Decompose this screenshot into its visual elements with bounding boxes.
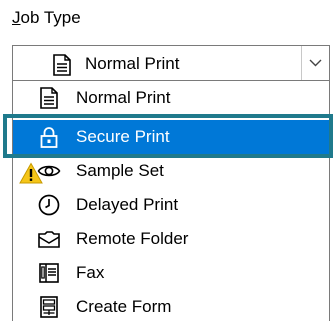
chevron-down-icon: [309, 59, 322, 67]
option-normal-print[interactable]: Normal Print: [13, 81, 329, 115]
option-create-form[interactable]: Create Form: [13, 290, 329, 321]
option-delayed-print[interactable]: Delayed Print: [13, 188, 329, 222]
document-icon: [37, 86, 61, 110]
warning-icon: [19, 162, 43, 184]
option-sample-set[interactable]: Sample Set: [13, 154, 329, 188]
option-label: Normal Print: [76, 88, 171, 107]
option-label: Remote Folder: [76, 229, 189, 248]
job-type-label-rest: ob Type: [20, 8, 81, 27]
annotation-highlight-frame: [3, 114, 333, 158]
option-label: Create Form: [76, 297, 172, 316]
option-label: Fax: [76, 263, 105, 282]
option-remote-folder[interactable]: Remote Folder: [13, 222, 329, 256]
option-fax[interactable]: Fax: [13, 256, 329, 290]
option-label: Sample Set: [76, 161, 164, 180]
clock-icon: [37, 193, 61, 217]
job-type-panel: Job Type Normal Print Normal Print Secur…: [0, 0, 336, 321]
option-label: Delayed Print: [76, 195, 179, 214]
document-icon: [52, 54, 72, 76]
form-icon: [37, 295, 61, 319]
job-type-selected-value: Normal Print: [85, 54, 180, 73]
job-type-label-accelerator: J: [12, 8, 21, 27]
job-type-combobox[interactable]: Normal Print: [12, 45, 330, 81]
job-type-label: Job Type: [12, 7, 81, 29]
folder-icon: [37, 227, 61, 251]
fax-icon: [37, 261, 61, 285]
job-type-dropdown-button[interactable]: [301, 46, 329, 80]
